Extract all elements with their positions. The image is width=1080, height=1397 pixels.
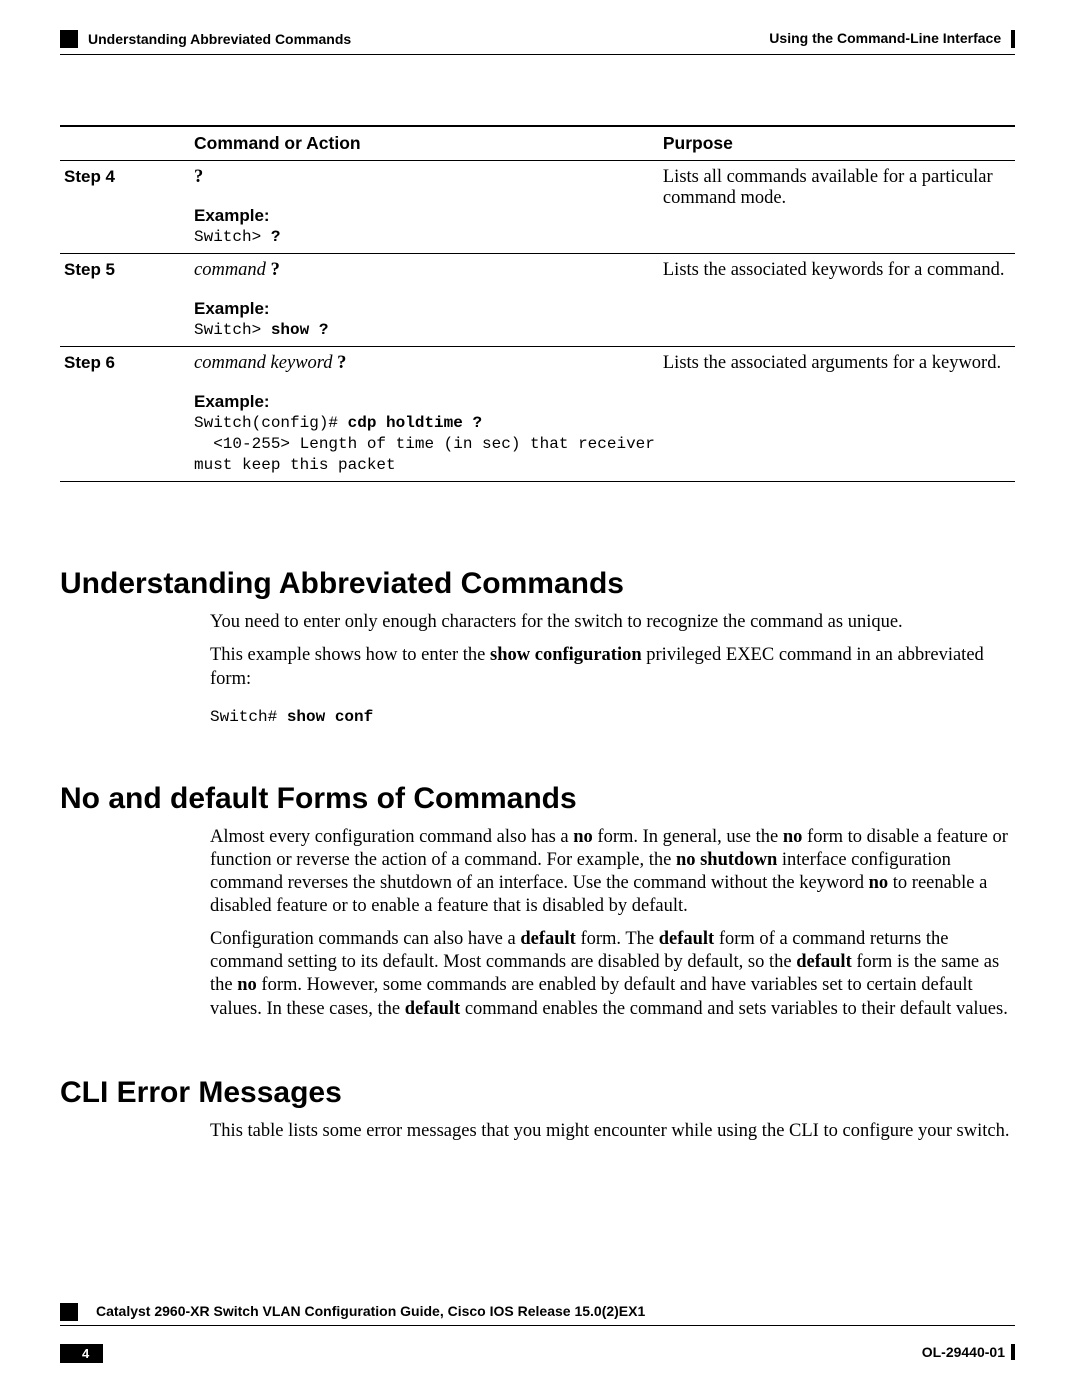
text-run: Almost every configuration command also … — [210, 827, 573, 847]
footer-divider — [60, 1325, 1015, 1326]
code-bold: show ? — [271, 321, 329, 339]
step-label: Step 5 — [64, 260, 115, 279]
example-code: Switch> show ? — [194, 321, 328, 339]
text-bold: default — [659, 929, 715, 949]
text-bold: show configuration — [490, 645, 642, 665]
section-body-abbrev: You need to enter only enough characters… — [210, 611, 1015, 726]
code-bold: show conf — [287, 708, 373, 726]
footer-upper: Catalyst 2960-XR Switch VLAN Configurati… — [60, 1303, 1015, 1321]
text-bold: no — [783, 827, 803, 847]
block-icon — [60, 1303, 78, 1321]
text-bold: no shutdown — [676, 850, 777, 870]
text-bold: no — [869, 873, 889, 893]
paragraph: Almost every configuration command also … — [210, 826, 1015, 919]
step-label: Step 6 — [64, 353, 115, 372]
text-run: form. In general, use the — [593, 827, 783, 847]
command-italic: command — [194, 260, 266, 280]
step-label: Step 4 — [64, 167, 115, 186]
paragraph: This example shows how to enter the show… — [210, 644, 1015, 690]
page-header: Understanding Abbreviated Commands Using… — [60, 30, 1015, 55]
purpose-text: Lists all commands available for a parti… — [659, 161, 1015, 254]
text-run: form. The — [576, 929, 659, 949]
command-bold: ? — [333, 353, 347, 373]
section-heading-abbrev: Understanding Abbreviated Commands — [60, 567, 1015, 601]
command-italic: command keyword — [194, 353, 333, 373]
code-bold: ? — [271, 228, 281, 246]
command-text: ? — [194, 167, 203, 187]
section-heading-cli-errors: CLI Error Messages — [60, 1076, 1015, 1110]
purpose-text: Lists the associated keywords for a comm… — [659, 254, 1015, 347]
code-block: Switch# show conf — [210, 707, 1015, 727]
text-bold: default — [796, 952, 852, 972]
code-prefix: Switch# — [210, 708, 287, 726]
code-prefix: Switch> — [194, 228, 271, 246]
text-run: command enables the command and sets var… — [460, 999, 1008, 1019]
divider-bar-icon — [1011, 30, 1015, 48]
code-prefix: Switch> — [194, 321, 271, 339]
example-label: Example: — [194, 206, 655, 226]
header-breadcrumb-wrap: Using the Command-Line Interface — [769, 30, 1015, 48]
table-row: Step 6 command keyword ? Example: Switch… — [60, 347, 1015, 482]
text-run: Configuration commands can also have a — [210, 929, 520, 949]
command-bold: ? — [266, 260, 280, 280]
section-body-no-default: Almost every configuration command also … — [210, 826, 1015, 1021]
divider-bar-icon — [1011, 1344, 1015, 1360]
text-bold: no — [573, 827, 593, 847]
block-icon — [60, 30, 78, 48]
section-body-cli-errors: This table lists some error messages tha… — [210, 1120, 1015, 1143]
command-text: command ? — [194, 260, 280, 280]
code-suffix: <10-255> Length of time (in sec) that re… — [194, 435, 655, 474]
example-label: Example: — [194, 299, 655, 319]
text-bold: no — [237, 975, 257, 995]
command-table: Command or Action Purpose Step 4 ? Examp… — [60, 125, 1015, 482]
th-command: Command or Action — [190, 126, 659, 161]
table-row: Step 4 ? Example: Switch> ? Lists all co… — [60, 161, 1015, 254]
text-bold: default — [520, 929, 576, 949]
header-section-title: Understanding Abbreviated Commands — [88, 31, 351, 47]
th-step — [60, 126, 190, 161]
header-breadcrumb: Using the Command-Line Interface — [769, 30, 1001, 46]
example-code: Switch> ? — [194, 228, 280, 246]
paragraph: You need to enter only enough characters… — [210, 611, 1015, 634]
document-page: Understanding Abbreviated Commands Using… — [0, 0, 1080, 1397]
paragraph: Configuration commands can also have a d… — [210, 928, 1015, 1021]
command-text: command keyword ? — [194, 353, 346, 373]
page-content: Command or Action Purpose Step 4 ? Examp… — [60, 55, 1015, 1143]
code-prefix: Switch(config)# — [194, 414, 348, 432]
footer-guide-title: Catalyst 2960-XR Switch VLAN Configurati… — [96, 1303, 645, 1319]
page-footer: Catalyst 2960-XR Switch VLAN Configurati… — [60, 1303, 1015, 1363]
text-run: This example shows how to enter the — [210, 645, 490, 665]
example-label: Example: — [194, 392, 655, 412]
table-row: Step 5 command ? Example: Switch> show ?… — [60, 254, 1015, 347]
page-number: 4 — [60, 1344, 103, 1363]
purpose-text: Lists the associated arguments for a key… — [659, 347, 1015, 482]
th-purpose: Purpose — [659, 126, 1015, 161]
footer-doc-id: OL-29440-01 — [922, 1344, 1005, 1360]
command-bold: ? — [194, 167, 203, 187]
table-header-row: Command or Action Purpose — [60, 126, 1015, 161]
section-heading-no-default: No and default Forms of Commands — [60, 782, 1015, 816]
code-bold: cdp holdtime ? — [348, 414, 482, 432]
text-bold: default — [405, 999, 461, 1019]
example-code: Switch(config)# cdp holdtime ? <10-255> … — [194, 414, 655, 474]
paragraph: This table lists some error messages tha… — [210, 1120, 1015, 1143]
